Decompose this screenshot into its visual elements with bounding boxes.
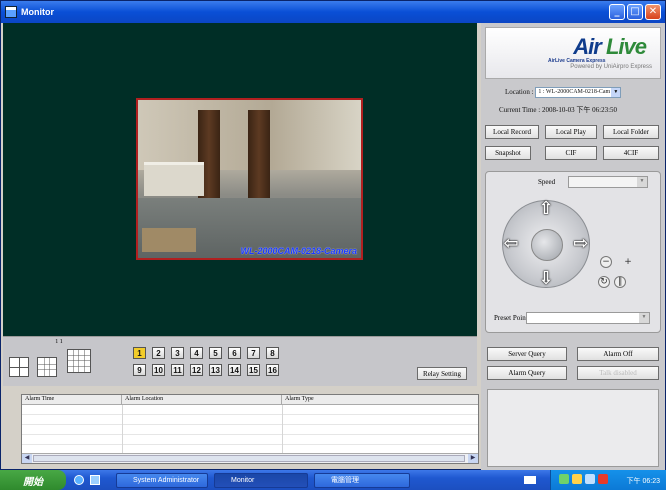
channel-button-15[interactable]: 15 — [247, 364, 260, 376]
alarm-table-header: Alarm Time Alarm Location Alarm Type — [22, 395, 478, 405]
pan-up-icon[interactable]: ⇧ — [535, 198, 557, 220]
chevron-down-icon: ▼ — [639, 313, 649, 323]
pan-down-icon[interactable]: ⇩ — [535, 268, 557, 290]
close-button[interactable]: ✕ — [645, 4, 661, 20]
layout-16-icon[interactable] — [67, 349, 91, 373]
channel-button-1[interactable]: 1 — [133, 347, 146, 359]
refresh-icon[interactable]: ↻ — [598, 276, 610, 288]
keyboard-icon[interactable] — [524, 476, 536, 484]
location-select[interactable]: 1 : WL-2000CAM-0218-Cam ▼ — [535, 87, 622, 98]
ptz-center-button[interactable] — [531, 229, 563, 261]
pan-right-icon[interactable]: ⇨ — [570, 233, 592, 255]
split-indicator: 1 1 — [55, 339, 63, 345]
snapshot-button[interactable]: Snapshot — [485, 146, 531, 160]
channel-button-8[interactable]: 8 — [266, 347, 279, 359]
4cif-button[interactable]: 4CIF — [603, 146, 659, 160]
title-bar[interactable]: Monitor _ □ ✕ — [1, 1, 665, 23]
channel-button-12[interactable]: 12 — [190, 364, 203, 376]
local-record-button[interactable]: Local Record — [485, 125, 539, 139]
zoom-in-icon[interactable]: + — [622, 256, 634, 268]
channel-button-14[interactable]: 14 — [228, 364, 241, 376]
channel-button-13[interactable]: 13 — [209, 364, 222, 376]
channel-button-10[interactable]: 10 — [152, 364, 165, 376]
volume-icon[interactable] — [572, 474, 582, 484]
scroll-left-icon[interactable]: ◀ — [22, 454, 32, 463]
header-alarm-time[interactable]: Alarm Time — [22, 395, 122, 404]
location-row: Location : 1 : WL-2000CAM-0218-Cam ▼ — [505, 87, 622, 98]
channel-button-11[interactable]: 11 — [171, 364, 184, 376]
local-play-button[interactable]: Local Play — [545, 125, 597, 139]
desktop-icon[interactable] — [90, 475, 100, 485]
maximize-button[interactable]: □ — [627, 4, 643, 20]
taskbar: 開始 System Administrator Monitor 電腦管理 下午 … — [0, 470, 666, 490]
pan-left-icon[interactable]: ⇦ — [500, 233, 522, 255]
time-row: Current Time : 2008-10-03 下午 06:23:50 — [499, 105, 617, 115]
taskbar-item-computer-management[interactable]: 電腦管理 — [314, 473, 410, 488]
relay-setting-button[interactable]: Relay Setting — [417, 367, 467, 380]
talk-button: Talk disabled — [577, 366, 659, 380]
system-tray: 下午 06:23 — [550, 470, 666, 490]
control-panel: Air Live AirLive Camera Express Powered … — [481, 23, 665, 471]
network-icon[interactable] — [559, 474, 569, 484]
pause-icon[interactable]: ∥ — [614, 276, 626, 288]
window-controls: _ □ ✕ — [609, 4, 661, 20]
alarm-query-button[interactable]: Alarm Query — [487, 366, 567, 380]
start-button[interactable]: 開始 — [0, 470, 66, 490]
zoom-out-icon[interactable]: − — [600, 256, 612, 268]
channel-button-9[interactable]: 9 — [133, 364, 146, 376]
alarm-table-body[interactable] — [22, 405, 478, 453]
speed-select[interactable]: ▼ — [568, 176, 648, 188]
scroll-thumb[interactable] — [33, 455, 465, 462]
channel-button-2[interactable]: 2 — [152, 347, 165, 359]
speed-label: Speed — [538, 178, 556, 186]
monitor-window: Monitor _ □ ✕ WL-2000CAM-0218-Camera 1 1… — [0, 0, 666, 471]
channel-button-5[interactable]: 5 — [209, 347, 222, 359]
layout-9-icon[interactable] — [37, 357, 57, 377]
scroll-right-icon[interactable]: ▶ — [468, 454, 478, 463]
horizontal-scrollbar[interactable]: ◀ ▶ — [22, 453, 478, 463]
messenger-icon[interactable] — [585, 474, 595, 484]
channel-button-3[interactable]: 3 — [171, 347, 184, 359]
alarm-off-button[interactable]: Alarm Off — [577, 347, 659, 361]
ptz-panel: Speed ▼ ⇧ ⇩ ⇦ ⇨ − + ↻ ∥ Preset Point ▼ — [485, 171, 661, 333]
airlive-logo: Air Live AirLive Camera Express Powered … — [485, 27, 661, 79]
layout-4-icon[interactable] — [9, 357, 29, 377]
chevron-down-icon: ▼ — [611, 88, 621, 97]
channel-button-6[interactable]: 6 — [228, 347, 241, 359]
taskbar-item-monitor[interactable]: Monitor — [214, 473, 308, 488]
camera-label: WL-2000CAM-0218-Camera — [240, 246, 357, 256]
channel-button-16[interactable]: 16 — [266, 364, 279, 376]
event-panel — [487, 389, 659, 467]
chevron-down-icon: ▼ — [637, 177, 647, 187]
local-folder-button[interactable]: Local Folder — [603, 125, 659, 139]
location-label: Location : — [505, 88, 534, 97]
clock[interactable]: 下午 06:23 — [627, 476, 660, 486]
alarm-table[interactable]: Alarm Time Alarm Location Alarm Type ◀ ▶ — [21, 394, 479, 464]
header-alarm-type[interactable]: Alarm Type — [282, 395, 478, 404]
video-area[interactable]: WL-2000CAM-0218-Camera — [3, 23, 477, 336]
window-title: Monitor — [21, 7, 54, 17]
camera-view[interactable]: WL-2000CAM-0218-Camera — [136, 98, 363, 260]
time-value: 2008-10-03 下午 06:23:50 — [541, 106, 618, 114]
channel-button-7[interactable]: 7 — [247, 347, 260, 359]
header-alarm-location[interactable]: Alarm Location — [122, 395, 282, 404]
channel-button-4[interactable]: 4 — [190, 347, 203, 359]
preset-point-select[interactable]: ▼ — [526, 312, 650, 324]
cif-button[interactable]: CIF — [545, 146, 597, 160]
server-query-button[interactable]: Server Query — [487, 347, 567, 361]
app-icon — [5, 6, 17, 18]
layout-toolbar: 1 1 1 2 3 4 5 6 7 8 9 10 11 12 13 14 15 … — [3, 336, 477, 386]
minimize-button[interactable]: _ — [609, 4, 625, 20]
taskbar-item-system-administrator[interactable]: System Administrator — [116, 473, 208, 488]
security-icon[interactable] — [598, 474, 608, 484]
time-label: Current Time : — [499, 106, 541, 114]
preset-point-label: Preset Point — [494, 314, 528, 322]
ie-icon[interactable] — [74, 475, 84, 485]
